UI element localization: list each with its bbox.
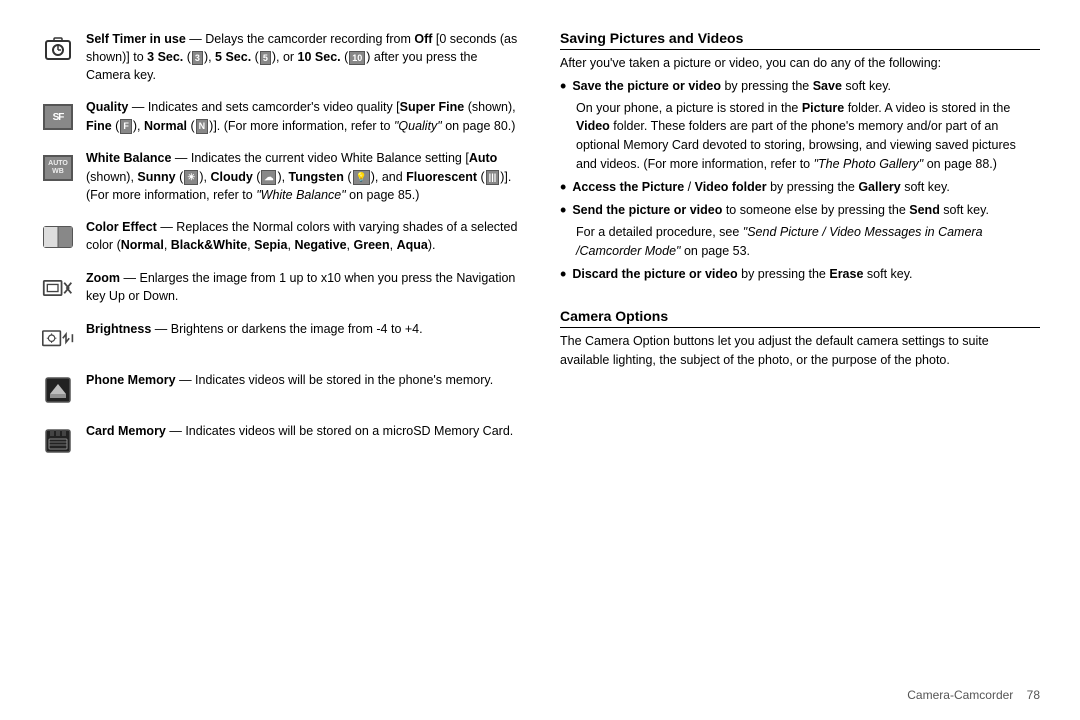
- footer-page: 78: [1027, 688, 1040, 702]
- section-camera-options-body: The Camera Option buttons let you adjust…: [560, 332, 1040, 370]
- phone-memory-text: Phone Memory — Indicates videos will be …: [86, 371, 520, 389]
- section-saving-intro: After you've taken a picture or video, y…: [560, 54, 1040, 73]
- menu-item-zoom: Zoom — Enlarges the image from 1 up to x…: [40, 269, 520, 306]
- menu-item-self-timer: Self Timer in use — Delays the camcorder…: [40, 30, 520, 84]
- menu-item-color-effect: Color Effect — Replaces the Normal color…: [40, 218, 520, 255]
- bullet-discard-main: Discard the picture or video by pressing…: [572, 265, 1040, 284]
- bullet-dot-2: •: [560, 178, 566, 198]
- white-balance-icon-graphic: AUTOWB: [43, 155, 73, 181]
- color-effect-text: Color Effect — Replaces the Normal color…: [86, 218, 520, 254]
- brightness-text: Brightness — Brightens or darkens the im…: [86, 320, 520, 338]
- card-memory-icon: [40, 423, 76, 459]
- section-camera-options: Camera Options The Camera Option buttons…: [560, 308, 1040, 374]
- bullet-dot-3: •: [560, 201, 566, 221]
- phone-memory-icon: [40, 372, 76, 408]
- bullet-dot: •: [560, 77, 566, 97]
- page-footer: Camera-Camcorder 78: [907, 688, 1040, 702]
- footer-label: Camera-Camcorder: [907, 688, 1013, 702]
- bullet-save: • Save the picture or video by pressing …: [560, 77, 1040, 174]
- white-balance-text: White Balance — Indicates the current vi…: [86, 149, 520, 203]
- left-column: Self Timer in use — Delays the camcorder…: [40, 30, 520, 690]
- zoom-icon: [40, 270, 76, 306]
- card-memory-text: Card Memory — Indicates videos will be s…: [86, 422, 520, 440]
- bullet-access: • Access the Picture / Video folder by p…: [560, 178, 1040, 198]
- page-content: Self Timer in use — Delays the camcorder…: [0, 0, 1080, 720]
- bullet-access-main: Access the Picture / Video folder by pre…: [572, 178, 1040, 197]
- menu-item-phone-memory: Phone Memory — Indicates videos will be …: [40, 371, 520, 408]
- section-saving: Saving Pictures and Videos After you've …: [560, 30, 1040, 288]
- right-column: Saving Pictures and Videos After you've …: [560, 30, 1040, 690]
- quality-text: Quality — Indicates and sets camcorder's…: [86, 98, 520, 134]
- bullet-send: • Send the picture or video to someone e…: [560, 201, 1040, 260]
- self-timer-text: Self Timer in use — Delays the camcorder…: [86, 30, 520, 84]
- bullet-discard: • Discard the picture or video by pressi…: [560, 265, 1040, 285]
- quality-icon-graphic: SF: [43, 104, 73, 130]
- bullet-dot-4: •: [560, 265, 566, 285]
- menu-item-card-memory: Card Memory — Indicates videos will be s…: [40, 422, 520, 459]
- self-timer-icon: [40, 31, 76, 67]
- bullet-save-sub: On your phone, a picture is stored in th…: [576, 99, 1040, 174]
- section-saving-title: Saving Pictures and Videos: [560, 30, 1040, 50]
- zoom-text: Zoom — Enlarges the image from 1 up to x…: [86, 269, 520, 305]
- section-camera-options-title: Camera Options: [560, 308, 1040, 328]
- white-balance-icon: AUTOWB: [40, 150, 76, 186]
- bullet-save-main: Save the picture or video by pressing th…: [572, 77, 1040, 96]
- brightness-icon: [40, 321, 76, 357]
- quality-icon: SF: [40, 99, 76, 135]
- menu-item-brightness: Brightness — Brightens or darkens the im…: [40, 320, 520, 357]
- menu-item-quality: SF Quality — Indicates and sets camcorde…: [40, 98, 520, 135]
- bullet-send-main: Send the picture or video to someone els…: [572, 201, 1040, 220]
- color-effect-icon: [40, 219, 76, 255]
- menu-item-white-balance: AUTOWB White Balance — Indicates the cur…: [40, 149, 520, 203]
- bullet-send-sub: For a detailed procedure, see "Send Pict…: [576, 223, 1040, 261]
